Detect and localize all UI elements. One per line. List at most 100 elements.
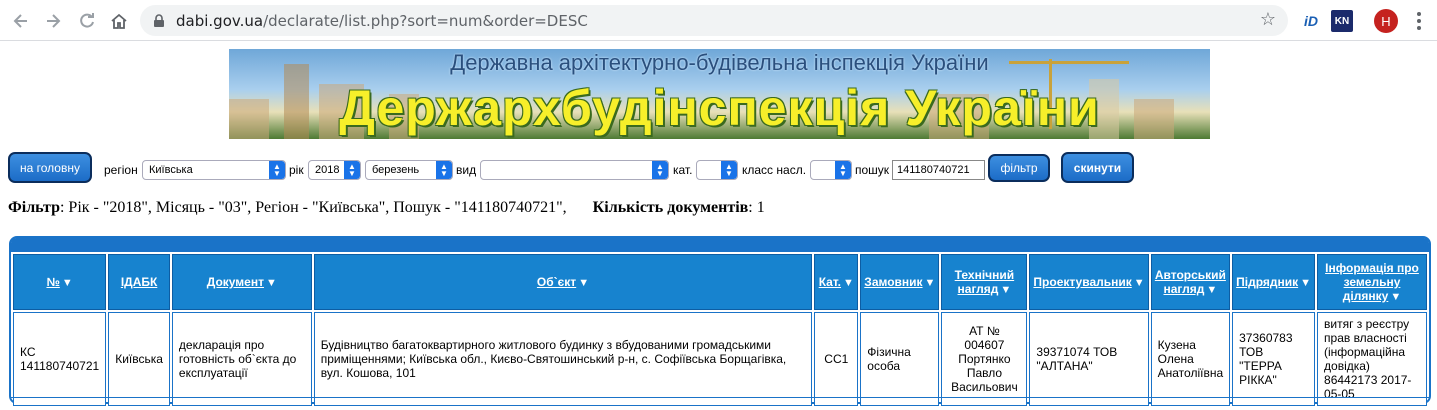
home-icon[interactable] (104, 6, 134, 36)
lock-icon (154, 13, 164, 27)
sort-contractor-link[interactable]: Підрядник (1236, 275, 1298, 289)
cell-tech-supervision: АТ № 004607 Портянко Павло Васильович (941, 312, 1028, 406)
filter-summary-text: : Рік - "2018", Місяць - "03", Регіон - … (59, 199, 567, 216)
sort-designer-link[interactable]: Проектувальник (1033, 275, 1131, 289)
year-value: 2018 (315, 164, 340, 176)
site-banner: Державна архітектурно-будівельна інспекц… (229, 49, 1210, 139)
cell-author-supervision: Кузена Олена Анатоліївна (1150, 312, 1231, 406)
sort-land-link[interactable]: Інформація про земельну ділянку (1325, 261, 1419, 303)
land-header-line1: Інформація про (1325, 261, 1419, 275)
filter-summary-label: Фільтр (8, 199, 60, 216)
class-label: класс насл. (742, 163, 807, 177)
profile-avatar[interactable]: Н (1374, 9, 1398, 33)
author-header-line1: Авторський (1154, 268, 1226, 282)
filter-summary: Фільтр: Рік - "2018", Місяць - "03", Рег… (8, 199, 765, 217)
select-arrows-icon: ▲ ▼ (269, 161, 285, 179)
month-value: березень (372, 164, 420, 176)
extension-id-icon[interactable]: iD (1300, 10, 1322, 32)
cell-num: КС 141180740721 (13, 312, 107, 406)
browser-toolbar: dabi.gov.ua/declarate/list.php?sort=num&… (0, 0, 1437, 41)
cell-land-info: витяг з реєстру прав власності (інформац… (1317, 312, 1427, 406)
select-arrows-icon: ▲ ▼ (436, 161, 452, 179)
cell-customer: Фізична особа (860, 312, 940, 406)
banner-title: Держархбудінспекція України (339, 80, 1100, 136)
month-select[interactable]: березень ▲ ▼ (365, 160, 453, 180)
region-label: регіон (104, 163, 138, 177)
sort-arrow-icon: ▼ (1206, 284, 1218, 296)
table-bottom-bar (11, 397, 1429, 400)
cell-designer: 39371074 ТОВ "АЛТАНА" (1029, 312, 1149, 406)
col-author-supervision[interactable]: Авторський нагляд ▼ (1150, 254, 1231, 310)
select-arrows-icon: ▲ ▼ (721, 161, 737, 179)
declarations-table: № ▼ ІДАБК Документ ▼ Об`єкт ▼ Кат. ▼ Замовни… (11, 252, 1429, 408)
sort-document-link[interactable]: Документ (207, 275, 264, 289)
cell-document: декларація про готовність об`єкта до екс… (171, 312, 312, 406)
col-cat[interactable]: Кат. ▼ (814, 254, 859, 310)
sort-arrow-icon: ▼ (265, 277, 277, 289)
document-count-label: Кількість документів (592, 199, 749, 216)
table-top-bar (11, 238, 1429, 252)
num-value: 141180740721 (20, 359, 100, 373)
document-count-value: : 1 (748, 199, 765, 216)
banner-subtitle: Державна архітектурно-будівельна інспекц… (450, 50, 989, 75)
reload-icon[interactable] (72, 6, 102, 36)
reset-button[interactable]: скинути (1061, 152, 1134, 183)
col-idabk[interactable]: ІДАБК (108, 254, 170, 310)
col-designer[interactable]: Проектувальник ▼ (1029, 254, 1149, 310)
year-label: рік (289, 163, 304, 177)
col-document[interactable]: Документ ▼ (171, 254, 312, 310)
extension-kn-icon[interactable]: KN (1331, 10, 1353, 32)
select-arrows-icon: ▲ ▼ (344, 161, 360, 179)
sort-arrow-icon: ▼ (1390, 291, 1402, 303)
tech-header-line1: Технічний (954, 268, 1015, 282)
category-label: кат. (673, 163, 693, 177)
sort-arrow-icon: ▼ (578, 277, 590, 289)
filter-bar: на головну регіон Київська ▲ ▼ рік 2018 ▲… (0, 152, 1437, 186)
col-contractor[interactable]: Підрядник ▼ (1232, 254, 1316, 310)
search-input[interactable]: 141180740721 (892, 160, 985, 180)
cell-contractor: 37360783 ТОВ "ТЕРРА РІККА" (1232, 312, 1316, 406)
col-object[interactable]: Об`єкт ▼ (313, 254, 813, 310)
col-customer[interactable]: Замовник ▼ (860, 254, 940, 310)
address-bar[interactable]: dabi.gov.ua/declarate/list.php?sort=num&… (140, 5, 1288, 36)
type-label: вид (456, 163, 477, 177)
sort-customer-link[interactable]: Замовник (864, 275, 922, 289)
col-land-info[interactable]: Інформація про земельну ділянку ▼ (1317, 254, 1427, 310)
bookmark-star-icon[interactable]: ☆ (1260, 11, 1276, 29)
sort-arrow-icon: ▼ (924, 277, 936, 289)
category-select[interactable]: ▲ ▼ (696, 160, 738, 180)
select-arrows-icon: ▲ ▼ (835, 161, 851, 179)
sort-object-link[interactable]: Об`єкт (537, 275, 576, 289)
region-value: Київська (149, 164, 193, 176)
sort-arrow-icon: ▼ (1000, 284, 1012, 296)
forward-icon[interactable] (38, 6, 68, 36)
cell-idabk: Київська (108, 312, 170, 406)
home-button[interactable]: на головну (8, 152, 92, 183)
cell-cat: СС1 (814, 312, 859, 406)
cell-object: Будівництво багатоквартирного житлового … (313, 312, 813, 406)
menu-dots-icon[interactable] (1410, 9, 1428, 33)
year-select[interactable]: 2018 ▲ ▼ (308, 160, 361, 180)
class-select[interactable]: ▲ ▼ (810, 160, 852, 180)
url-host: dabi.gov.ua (176, 11, 264, 30)
table-row: КС 141180740721 Київська декларація про г… (13, 312, 1427, 406)
sort-arrow-icon: ▼ (1300, 277, 1312, 289)
select-arrows-icon: ▲ ▼ (652, 161, 668, 179)
search-label: пошук (855, 163, 890, 177)
sort-idabk-link[interactable]: ІДАБК (121, 275, 158, 289)
back-icon[interactable] (6, 6, 36, 36)
sort-arrow-icon: ▼ (1133, 277, 1145, 289)
region-select[interactable]: Київська ▲ ▼ (142, 160, 286, 180)
sort-cat-link[interactable]: Кат. (819, 275, 841, 289)
sort-arrow-icon: ▼ (843, 277, 854, 289)
type-select[interactable]: ▲ ▼ (480, 160, 669, 180)
url-path: /declarate/list.php?sort=num&order=DESC (263, 11, 588, 30)
declarations-table-container: № ▼ ІДАБК Документ ▼ Об`єкт ▼ Кат. ▼ Замовни… (9, 236, 1431, 406)
col-tech-supervision[interactable]: Технічний нагляд ▼ (941, 254, 1028, 310)
sort-num-link[interactable]: № (46, 275, 59, 289)
col-num[interactable]: № ▼ (13, 254, 107, 310)
tech-header-line2: нагляд (957, 282, 999, 296)
filter-button[interactable]: фільтр (988, 154, 1050, 182)
author-header-line2: нагляд (1163, 282, 1205, 296)
sort-arrow-icon: ▼ (61, 277, 73, 289)
